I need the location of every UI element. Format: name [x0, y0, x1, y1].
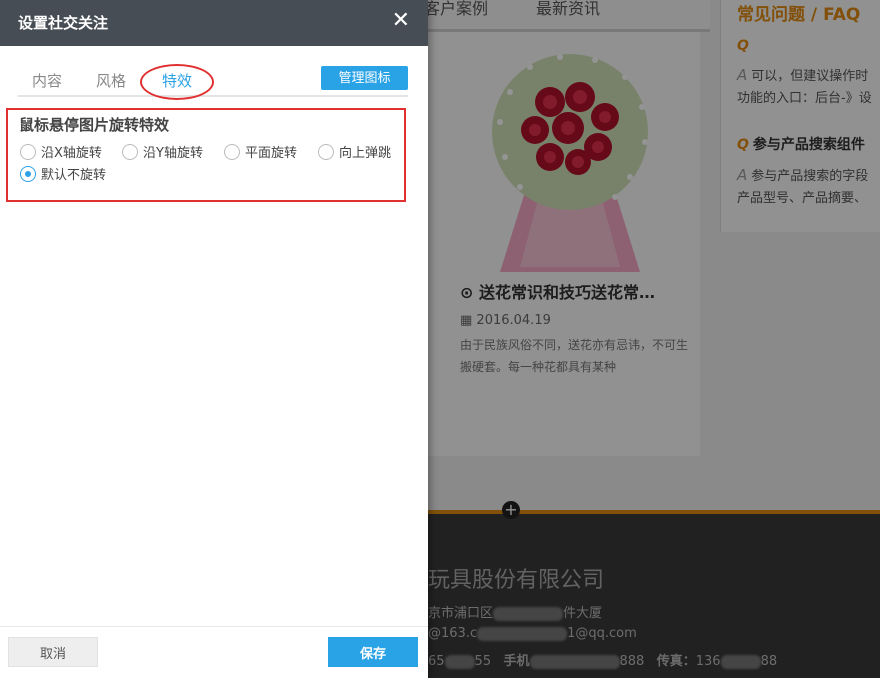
- dialog-header: 设置社交关注 ✕: [0, 0, 428, 46]
- dialog-footer: 取消 保存: [0, 626, 428, 678]
- tab-style[interactable]: 风格: [96, 70, 126, 91]
- radio-circle-icon: [224, 143, 240, 160]
- social-follow-dialog: 设置社交关注 ✕ 内容 风格 特效 管理图标 鼠标悬停图片旋转特效 沿X轴旋转 …: [0, 0, 428, 678]
- effects-heading: 鼠标悬停图片旋转特效: [19, 116, 170, 134]
- cancel-button[interactable]: 取消: [8, 637, 98, 667]
- radio-circle-icon: [318, 143, 334, 160]
- save-button[interactable]: 保存: [328, 637, 418, 667]
- dialog-title: 设置社交关注: [18, 14, 109, 32]
- radio-rotate-x[interactable]: 沿X轴旋转: [20, 142, 102, 161]
- annotation-circle: [140, 64, 214, 100]
- radio-rotate-y[interactable]: 沿Y轴旋转: [122, 142, 203, 161]
- radio-bounce-up[interactable]: 向上弹跳: [318, 142, 391, 161]
- radio-rotate-plane[interactable]: 平面旋转: [224, 142, 297, 161]
- tab-content[interactable]: 内容: [32, 70, 62, 91]
- hover-rotate-effects-section: 鼠标悬停图片旋转特效 沿X轴旋转 沿Y轴旋转 平面旋转 向上弹跳 默认不旋转: [6, 108, 406, 202]
- close-icon[interactable]: ✕: [392, 8, 410, 34]
- radio-circle-icon: [20, 143, 36, 160]
- radio-no-rotate[interactable]: 默认不旋转: [20, 164, 106, 183]
- dialog-tabs: 内容 风格 特效 管理图标: [18, 60, 408, 100]
- manage-icons-button[interactable]: 管理图标: [321, 66, 408, 90]
- radio-selected-icon: [20, 165, 36, 182]
- radio-circle-icon: [122, 143, 138, 160]
